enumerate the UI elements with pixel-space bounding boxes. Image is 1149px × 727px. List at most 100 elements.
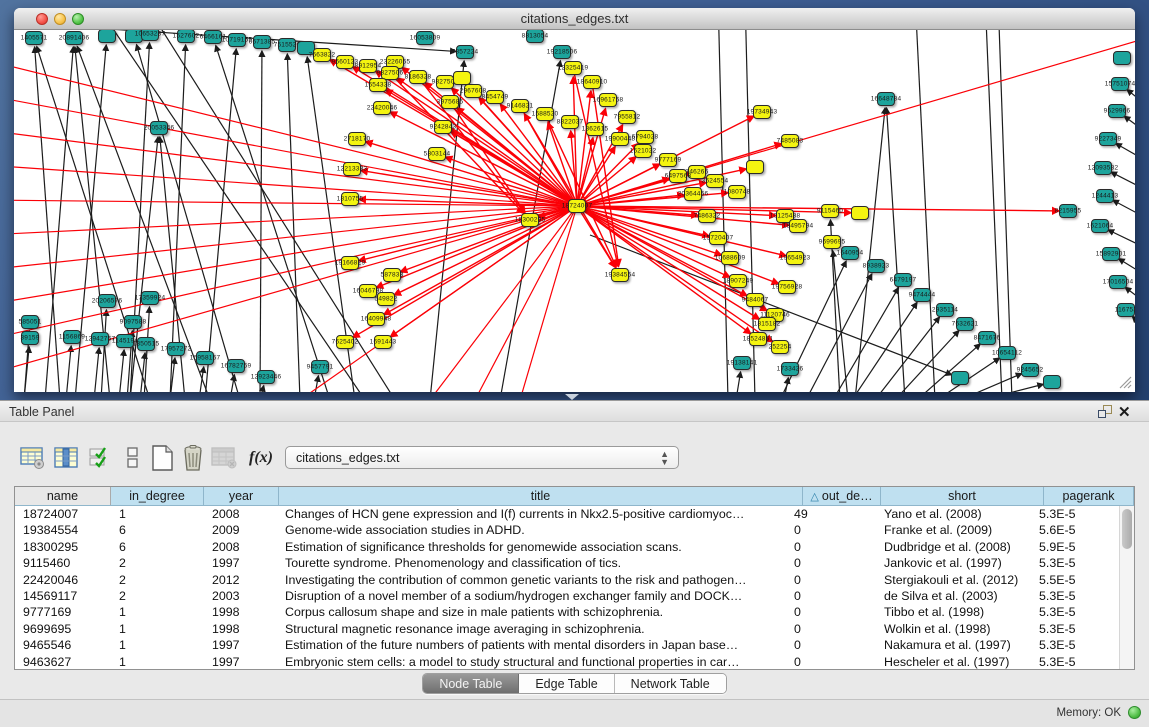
graph-node[interactable]: 9529966 — [1108, 104, 1126, 118]
graph-node[interactable]: 3624554 — [706, 174, 724, 188]
graph-node[interactable]: 9227349 — [1099, 132, 1117, 146]
graph-node[interactable] — [951, 371, 969, 385]
graph-node[interactable]: 18907249 — [729, 274, 747, 288]
graph-node[interactable]: 20891406 — [65, 31, 83, 45]
graph-node[interactable]: 19756928 — [778, 280, 796, 294]
graph-node[interactable]: 2967608 — [464, 84, 482, 98]
float-panel-icon[interactable] — [1098, 405, 1114, 420]
graph-node[interactable]: 12093582 — [1094, 161, 1112, 175]
table-row[interactable]: 1830029562008Estimation of significance … — [15, 539, 1119, 555]
graph-node[interactable]: 16782759 — [227, 359, 245, 373]
table-settings-icon[interactable] — [18, 443, 48, 473]
column-header-name[interactable]: name — [15, 487, 111, 505]
graph-node[interactable]: 1350515 — [137, 337, 155, 351]
graph-node[interactable]: 6671385 — [253, 35, 271, 49]
graph-node[interactable]: 9146821 — [511, 99, 529, 113]
table-row[interactable]: 946362711997Embryonic stem cells: a mode… — [15, 654, 1119, 669]
graph-node[interactable]: 5803144 — [428, 147, 446, 161]
graph-node[interactable]: 7625402 — [336, 335, 354, 349]
graph-node[interactable]: 19654923 — [786, 251, 804, 265]
graph-node[interactable]: 1815182 — [758, 317, 776, 331]
graph-node[interactable] — [1043, 375, 1061, 389]
graph-node[interactable]: 18724007 — [568, 199, 586, 213]
graph-node[interactable]: 6497568 — [669, 169, 687, 183]
graph-node[interactable]: 7663822 — [313, 48, 331, 62]
graph-node[interactable]: 746266 — [688, 165, 706, 179]
column-header-pagerank[interactable]: pagerank — [1044, 487, 1134, 505]
graph-node[interactable]: 8215955 — [1059, 204, 1077, 218]
graph-node[interactable]: 1621064 — [1091, 219, 1109, 233]
graph-node[interactable]: 1145194 — [116, 334, 134, 348]
graph-node[interactable]: 22420046 — [373, 101, 391, 115]
graph-node[interactable]: 9484067 — [746, 293, 764, 307]
table-selector-dropdown[interactable]: citations_edges.txt ▲▼ — [285, 446, 679, 469]
graph-node[interactable]: 6466161 — [204, 30, 222, 44]
graph-node[interactable]: 7632621 — [956, 317, 974, 331]
graph-node[interactable]: 549822 — [377, 292, 395, 306]
graph-node[interactable]: 1405571 — [25, 31, 43, 45]
graph-node[interactable]: 10688609 — [721, 251, 739, 265]
graph-node[interactable]: 587833 — [383, 268, 401, 282]
column-header-short[interactable]: short — [881, 487, 1044, 505]
graph-node[interactable]: 585051 — [21, 315, 39, 329]
graph-node[interactable]: 7857224 — [456, 45, 474, 59]
tab-node-table[interactable]: Node Table — [423, 674, 519, 693]
table-row[interactable]: 1938455462009Genome-wide association stu… — [15, 522, 1119, 538]
new-table-icon[interactable] — [148, 443, 178, 473]
graph-node[interactable]: 3975685 — [441, 95, 459, 109]
graph-node[interactable]: 8822037 — [561, 115, 579, 129]
graph-node[interactable]: 1810755 — [341, 192, 359, 206]
tab-network-table[interactable]: Network Table — [615, 674, 726, 693]
table-row[interactable]: 911546021997Tourette syndrome. Phenomeno… — [15, 555, 1119, 571]
table-row[interactable]: 2242004622012Investigating the contribut… — [15, 572, 1119, 588]
graph-node[interactable]: 6479197 — [894, 273, 912, 287]
delete-rows-icon[interactable] — [178, 443, 208, 473]
graph-node[interactable]: 8912954 — [359, 59, 377, 73]
graph-node[interactable]: 19218506 — [553, 45, 571, 59]
graph-node[interactable]: 9560123 — [336, 55, 354, 69]
graph-node[interactable]: 1362615 — [586, 122, 604, 136]
network-canvas[interactable]: 1405571208914061065328715276026466161107… — [14, 30, 1135, 392]
table-row[interactable]: 969969511998Structural magnetic resonanc… — [15, 621, 1119, 637]
graph-node[interactable] — [746, 160, 764, 174]
memory-status-indicator[interactable] — [1128, 706, 1141, 719]
column-header-title[interactable]: title — [279, 487, 803, 505]
graph-node[interactable]: 19166829 — [341, 256, 359, 270]
graph-node[interactable]: 9097588 — [124, 315, 142, 329]
column-header-out_de[interactable]: △ out_de… — [803, 487, 881, 505]
graph-node[interactable]: 7485083 — [781, 134, 799, 148]
graph-node[interactable]: 252254 — [771, 340, 789, 354]
graph-node[interactable]: 16648784 — [877, 92, 895, 106]
graph-node[interactable]: 1640954 — [841, 246, 859, 260]
graph-node[interactable]: 116753 — [1117, 303, 1135, 317]
graph-node[interactable]: 9245652 — [1021, 363, 1039, 377]
graph-node[interactable]: 9777169 — [659, 153, 677, 167]
graph-node[interactable]: 16961758 — [599, 93, 617, 107]
graph-node[interactable]: 16053809 — [416, 31, 434, 45]
graph-node[interactable]: 8938923 — [867, 259, 885, 273]
graph-node[interactable]: 39159 — [21, 331, 39, 345]
table-row[interactable]: 1456911722003Disruption of a novel membe… — [15, 588, 1119, 604]
function-builder-icon[interactable]: f(x) — [246, 443, 276, 473]
graph-node[interactable]: 10654112 — [998, 346, 1016, 360]
graph-node[interactable]: 8813054 — [526, 30, 544, 43]
graph-node[interactable]: 10653287 — [141, 30, 159, 41]
graph-node[interactable]: 1244413 — [1096, 189, 1114, 203]
graph-node[interactable]: 1527602 — [177, 30, 195, 43]
graph-node[interactable]: 8454749 — [486, 90, 504, 104]
graph-node[interactable]: 20364456 — [684, 187, 702, 201]
column-header-in_degree[interactable]: in_degree — [111, 487, 204, 505]
graph-node[interactable]: 15751074 — [1111, 77, 1129, 91]
graph-node[interactable]: 17957272 — [167, 342, 185, 356]
graph-node[interactable]: 19384554 — [611, 268, 629, 282]
graph-node[interactable]: 2935114 — [936, 303, 954, 317]
graph-node[interactable]: 2718170 — [348, 132, 366, 146]
table-row[interactable]: 946554611997Estimation of the future num… — [15, 637, 1119, 653]
graph-node[interactable]: 6794028 — [636, 130, 654, 144]
graph-node[interactable]: 12213383 — [343, 162, 361, 176]
graph-node[interactable]: 9115460 — [821, 204, 839, 218]
graph-node[interactable]: 9242843 — [434, 120, 452, 134]
graph-node[interactable]: 20053346 — [150, 121, 168, 135]
graph-node[interactable]: 16958167 — [196, 351, 214, 365]
graph-node[interactable]: 7486322 — [698, 209, 716, 223]
